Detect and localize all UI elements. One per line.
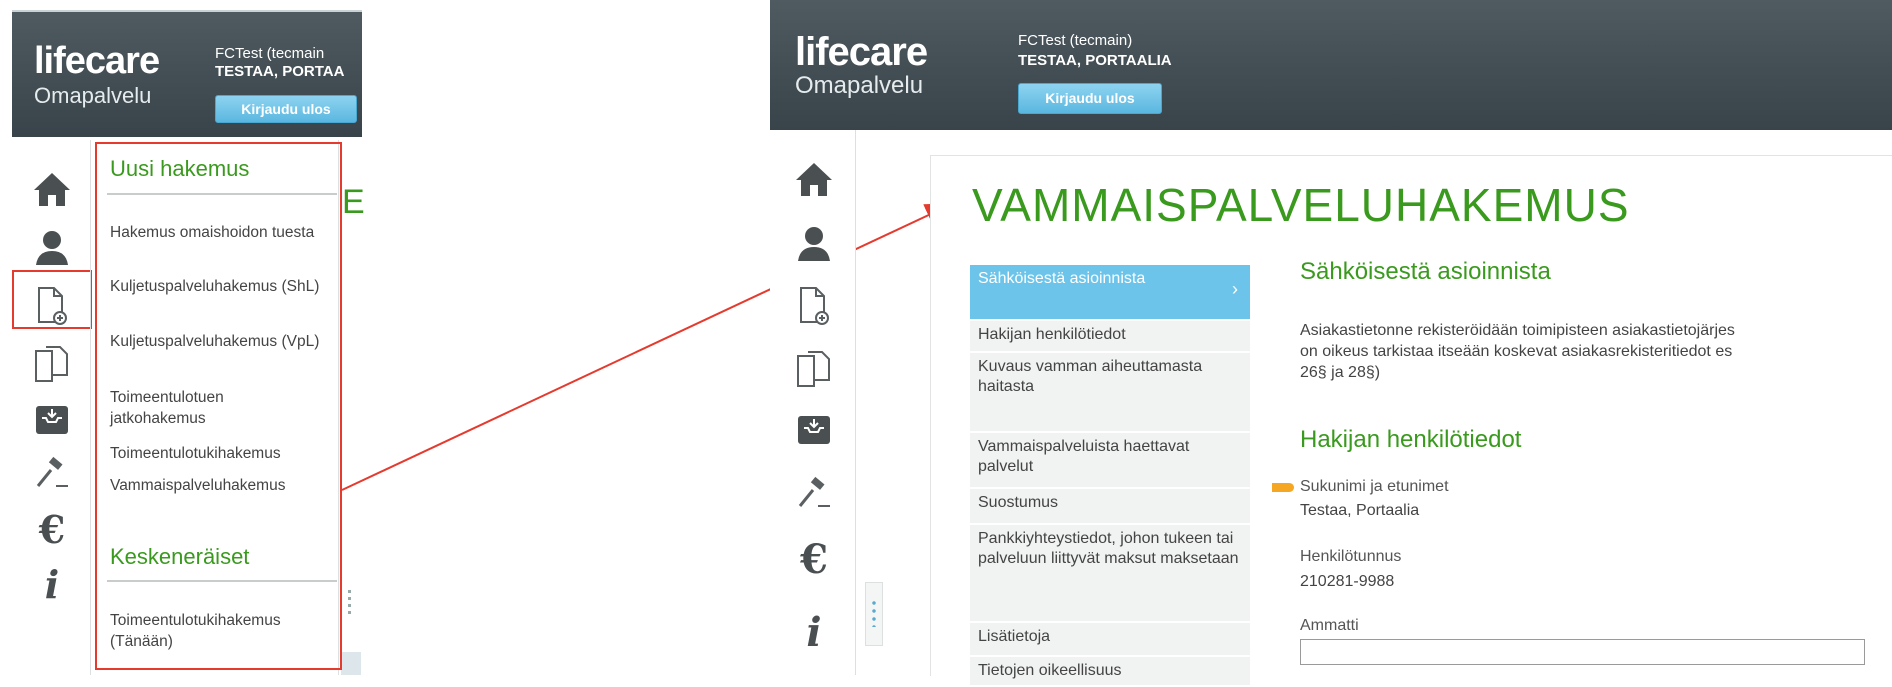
nav-item-pankkiyhteystiedot[interactable]: Pankkiyhteystiedot, johon tukeen tai pal… [970, 525, 1250, 623]
documents-icon[interactable] [790, 345, 838, 393]
page-title: VAMMAISPALVELUHAKEMUS [972, 179, 1630, 231]
user-name: FCTest (tecmain) [1018, 32, 1133, 49]
occupation-label: Ammatti [1300, 617, 1359, 634]
right-header: lifecare Omapalvelu FCTest (tecmain) TES… [770, 0, 1892, 130]
euro-icon[interactable]: € [790, 535, 838, 583]
form-section-nav: Sähköisestä asioinnista › Hakijan henkil… [970, 265, 1250, 687]
section-title-hakijan-henkilotiedot: Hakijan henkilötiedot [1300, 426, 1522, 453]
chevron-right-icon: › [1232, 279, 1238, 299]
privacy-text: Asiakastietonne rekisteröidään toimipist… [1300, 320, 1735, 383]
required-marker-icon [1272, 483, 1294, 492]
right-rail-divider [855, 130, 856, 675]
handle-dots-icon [872, 599, 876, 627]
nav-item-tietojen-oikeellisuus[interactable]: Tietojen oikeellisuus [970, 657, 1250, 687]
occupation-input[interactable] [1300, 639, 1865, 665]
privacy-text-line: 26§ ja 28§) [1300, 364, 1381, 381]
ssn-label: Henkilötunnus [1300, 548, 1402, 565]
privacy-text-line: on oikeus tarkistaa itseään koskevat asi… [1300, 343, 1733, 360]
new-document-icon[interactable] [790, 280, 838, 332]
user-organization: TESTAA, PORTAALIA [1018, 52, 1172, 69]
name-value: Testaa, Portaalia [1300, 502, 1420, 519]
nav-item-hakijan-henkilotiedot[interactable]: Hakijan henkilötiedot [970, 321, 1250, 353]
inbox-icon[interactable] [790, 405, 838, 453]
privacy-text-line: Asiakastietonne rekisteröidään toimipist… [1300, 322, 1735, 339]
brand-logo: lifecare [795, 30, 928, 74]
right-icon-rail: € i [770, 130, 855, 675]
home-icon[interactable] [790, 155, 838, 203]
user-icon[interactable] [790, 220, 838, 268]
nav-item-suostumus[interactable]: Suostumus [970, 489, 1250, 525]
panel-toggle-handle[interactable] [865, 582, 883, 646]
nav-item-kuvaus-vamman-haitasta[interactable]: Kuvaus vamman aiheuttamasta haitasta [970, 353, 1250, 433]
gavel-icon[interactable] [790, 470, 838, 518]
ssn-value: 210281-9988 [1300, 573, 1395, 590]
name-label: Sukunimi ja etunimet [1300, 478, 1449, 495]
nav-item-lisatietoja[interactable]: Lisätietoja [970, 623, 1250, 657]
nav-item-sahkoinen-asiointi[interactable]: Sähköisestä asioinnista › [970, 265, 1250, 321]
nav-item-haettavat-palvelut[interactable]: Vammaispalveluista haettavat palvelut [970, 433, 1250, 489]
logout-button[interactable]: Kirjaudu ulos [1018, 83, 1162, 114]
nav-item-label: Sähköisestä asioinnista [978, 270, 1146, 287]
section-title-sahkoinen-asiointi: Sähköisestä asioinnista [1300, 258, 1551, 285]
info-icon[interactable]: i [790, 608, 838, 656]
brand-product: Omapalvelu [795, 72, 924, 99]
